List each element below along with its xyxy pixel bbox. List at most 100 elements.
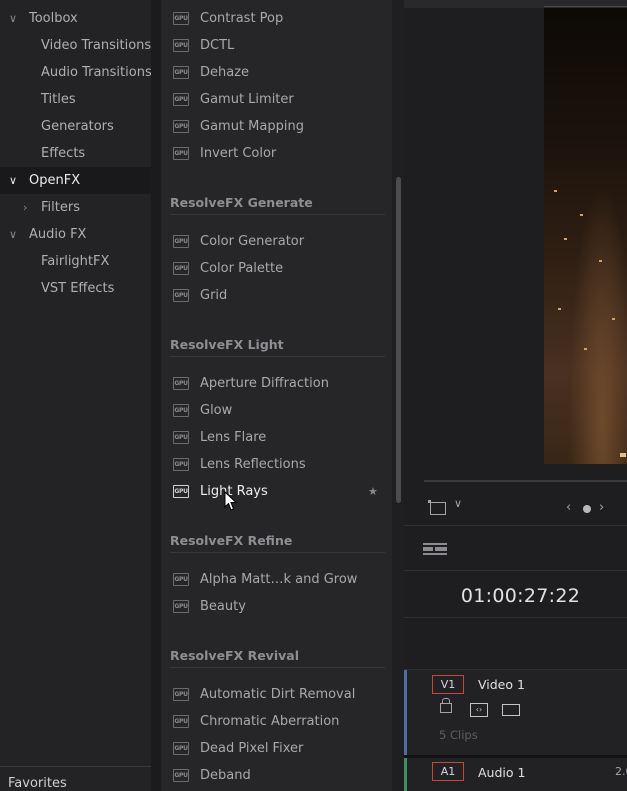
auto-select-icon[interactable]: ‹› bbox=[470, 703, 488, 717]
effect-item[interactable]: GPU Invert Color bbox=[161, 140, 392, 167]
tree-item-audio-transitions[interactable]: Audio Transitions bbox=[0, 59, 152, 86]
gpu-icon: GPU bbox=[173, 39, 189, 52]
divider bbox=[170, 356, 385, 357]
effect-item[interactable]: GPU Grid bbox=[161, 282, 392, 309]
scrub-bar[interactable] bbox=[424, 480, 627, 482]
chevron-right-icon[interactable]: › bbox=[23, 194, 27, 221]
tree-label: Effects bbox=[41, 146, 86, 161]
effect-item[interactable]: GPU Glow bbox=[161, 397, 392, 424]
film-icon[interactable] bbox=[502, 704, 520, 716]
effect-label: Chromatic Aberration bbox=[200, 714, 340, 729]
chevron-left-icon[interactable]: ‹ bbox=[566, 500, 571, 515]
tree-label: Titles bbox=[41, 92, 76, 107]
effect-item[interactable]: GPU Dehaze bbox=[161, 59, 392, 86]
tree-item-audio-fx[interactable]: ∨ Audio FX bbox=[0, 221, 151, 248]
gpu-icon: GPU bbox=[173, 715, 189, 728]
effect-item[interactable]: GPU Contrast Pop bbox=[161, 5, 392, 32]
gpu-icon: GPU bbox=[173, 573, 189, 586]
track-tag-a1[interactable]: A1 bbox=[432, 762, 464, 781]
effect-item[interactable]: GPU Dead Pixel Fixer bbox=[161, 735, 392, 762]
chevron-down-icon: ∨ bbox=[9, 174, 18, 187]
playhead-dot-icon[interactable] bbox=[583, 505, 591, 513]
effect-item[interactable]: GPU DCTL bbox=[161, 32, 392, 59]
track-color-strip bbox=[404, 669, 407, 755]
tree-item-toolbox[interactable]: ∨ Toolbox bbox=[0, 5, 151, 32]
gpu-icon: GPU bbox=[173, 262, 189, 275]
tree-item-vst-effects[interactable]: VST Effects bbox=[0, 275, 151, 302]
timeline-view-options-icon[interactable] bbox=[423, 543, 447, 557]
mouse-cursor-icon bbox=[224, 491, 238, 511]
transform-icon[interactable] bbox=[428, 500, 446, 515]
divider bbox=[404, 525, 627, 526]
effect-item[interactable]: GPU Aperture Diffraction bbox=[161, 370, 392, 397]
scrollbar-thumb[interactable] bbox=[396, 177, 401, 503]
lock-icon[interactable] bbox=[440, 698, 452, 713]
tree-item-titles[interactable]: Titles bbox=[0, 86, 151, 113]
effect-item[interactable]: GPU Color Generator bbox=[161, 228, 392, 255]
effect-label: Lens Flare bbox=[200, 430, 267, 445]
divider bbox=[170, 552, 385, 553]
gpu-icon: GPU bbox=[173, 688, 189, 701]
favorite-star-icon[interactable]: ★ bbox=[368, 478, 378, 505]
tree-item-generators[interactable]: Generators bbox=[0, 113, 151, 140]
tree-label: FairlightFX bbox=[41, 254, 110, 269]
track-color-strip bbox=[404, 758, 407, 791]
panel-divider[interactable] bbox=[151, 0, 161, 791]
effect-label: DCTL bbox=[200, 38, 235, 53]
effects-list-panel: GPU Contrast Pop GPU DCTL GPU Dehaze GPU… bbox=[161, 0, 392, 791]
gpu-icon: GPU bbox=[173, 66, 189, 79]
gpu-icon: GPU bbox=[173, 600, 189, 613]
gpu-icon: GPU bbox=[173, 377, 189, 390]
category-header: ResolveFX Refine bbox=[170, 533, 293, 548]
track-name[interactable]: Audio 1 bbox=[478, 765, 525, 780]
effect-item[interactable]: GPU Automatic Dirt Removal bbox=[161, 681, 392, 708]
tree-label: Filters bbox=[41, 200, 80, 215]
effect-label: Automatic Dirt Removal bbox=[200, 687, 356, 702]
effect-item[interactable]: GPU Chromatic Aberration bbox=[161, 708, 392, 735]
effect-item[interactable]: GPU Gamut Mapping bbox=[161, 113, 392, 140]
effect-label: Grid bbox=[200, 288, 228, 303]
gpu-icon: GPU bbox=[173, 769, 189, 782]
effect-label: Deband bbox=[200, 768, 251, 783]
audio-track-header[interactable]: A1 Audio 1 bbox=[404, 758, 627, 791]
effect-label: Gamut Mapping bbox=[200, 119, 304, 134]
effect-label: Alpha Matt…k and Grow bbox=[200, 572, 358, 587]
tree-item-filters[interactable]: › Filters bbox=[0, 194, 151, 221]
effect-label: Contrast Pop bbox=[200, 11, 284, 26]
gpu-icon: GPU bbox=[173, 93, 189, 106]
effect-item[interactable]: GPU Lens Flare bbox=[161, 424, 392, 451]
gpu-icon: GPU bbox=[173, 120, 189, 133]
tree-label: OpenFX bbox=[29, 173, 81, 188]
effect-item[interactable]: GPU Alpha Matt…k and Grow bbox=[161, 566, 392, 593]
viewer-frame-image[interactable] bbox=[544, 8, 627, 464]
gpu-icon: GPU bbox=[173, 147, 189, 160]
tree-label: Audio FX bbox=[29, 227, 87, 242]
viewer-controls: ∨ ‹ › bbox=[404, 492, 627, 526]
effect-label: Color Palette bbox=[200, 261, 284, 276]
track-tag-v1[interactable]: V1 bbox=[432, 675, 464, 694]
tree-item-effects[interactable]: Effects bbox=[0, 140, 151, 167]
effect-item[interactable]: GPU Lens Reflections bbox=[161, 451, 392, 478]
tree-item-fairlightfx[interactable]: FairlightFX bbox=[0, 248, 151, 275]
favorites-header[interactable]: Favorites bbox=[8, 776, 67, 791]
category-header: ResolveFX Light bbox=[170, 337, 284, 352]
gpu-icon: GPU bbox=[173, 235, 189, 248]
effect-item[interactable]: GPU Deband bbox=[161, 762, 392, 789]
gpu-icon: GPU bbox=[173, 742, 189, 755]
chevron-down-icon[interactable]: ∨ bbox=[454, 497, 462, 510]
effect-label: Aperture Diffraction bbox=[200, 376, 329, 391]
gpu-icon: GPU bbox=[173, 485, 189, 498]
clip-count: 5 Clips bbox=[439, 728, 478, 742]
chevron-right-icon[interactable]: › bbox=[599, 500, 604, 515]
category-header: ResolveFX Generate bbox=[170, 195, 313, 210]
effect-item[interactable]: GPU Color Palette bbox=[161, 255, 392, 282]
tree-label: Generators bbox=[41, 119, 114, 134]
effect-item[interactable]: GPU Gamut Limiter bbox=[161, 86, 392, 113]
divider bbox=[170, 667, 385, 668]
divider bbox=[0, 766, 151, 767]
track-name[interactable]: Video 1 bbox=[478, 677, 525, 692]
tree-item-video-transitions[interactable]: Video Transitions bbox=[0, 32, 151, 59]
effect-item[interactable]: GPU Beauty bbox=[161, 593, 392, 620]
tree-item-openfx[interactable]: ∨ OpenFX bbox=[0, 167, 151, 194]
effect-item-hovered[interactable]: GPU Light Rays ★ bbox=[161, 478, 392, 505]
